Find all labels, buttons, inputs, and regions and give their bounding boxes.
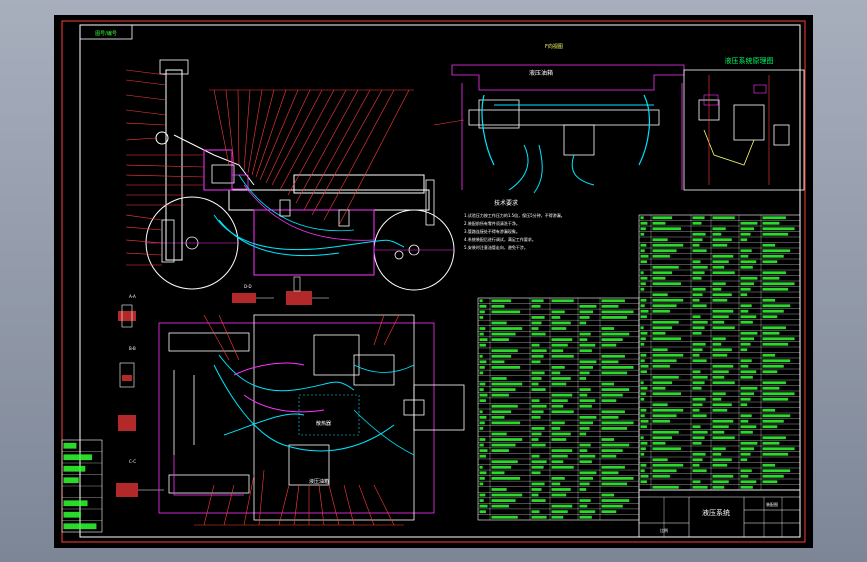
outer-frame xyxy=(61,20,806,543)
corner-stamp-text: 图号/编号 xyxy=(95,30,117,37)
title-block-sub: 装配图 xyxy=(766,501,778,507)
parts-list-right xyxy=(638,214,801,491)
side-view xyxy=(125,59,455,291)
tech-req-title: 技术要求 xyxy=(494,199,518,207)
parts-list-left xyxy=(477,297,640,521)
revision-block xyxy=(61,439,103,533)
plan-label-1: 散热器 xyxy=(316,420,331,427)
top-view-label: F向视图 xyxy=(545,43,563,50)
tech-requirements: 技术要求 1.试验压力按工作压力的1.5倍，保压5分钟，不得渗漏。 2.装配前所… xyxy=(464,199,565,250)
top-view: F向视图 液压油箱 xyxy=(433,43,685,194)
tech-req-line-1: 1.试验压力按工作压力的1.5倍，保压5分钟，不得渗漏。 xyxy=(464,212,565,218)
schematic-title: 液压系统原理图 xyxy=(725,56,774,65)
title-block-name: 液压系统 xyxy=(702,508,730,517)
section-label-b: B-B xyxy=(129,346,136,351)
plan-label-2: 液压油箱 xyxy=(309,478,329,485)
section-label-c: C-C xyxy=(129,459,136,464)
section-views: A-A B-B C-C D-D xyxy=(116,276,329,497)
tech-req-line-4: 4.系统装配后进行调试，满足工作要求。 xyxy=(464,236,536,242)
title-block: 液压系统 装配图 比例 xyxy=(638,489,801,538)
tech-req-line-3: 3.管路连接处不得有渗漏现象。 xyxy=(464,228,520,234)
tech-req-line-2: 2.装配前所有零件须清洗干净。 xyxy=(464,220,520,226)
drawing-canvas: 图号/编号 F向视图 液压油箱 液压系统原理图 技术要求 1.试验压力按工作压力… xyxy=(61,20,806,543)
title-block-small: 比例 xyxy=(660,527,668,533)
tech-req-line-5: 5.安装时注意油管走向，避免干涉。 xyxy=(464,244,528,250)
cad-viewport: 图号/编号 F向视图 液压油箱 液压系统原理图 技术要求 1.试验压力按工作压力… xyxy=(0,0,867,562)
drawing-sheet: 图号/编号 F向视图 液压油箱 液压系统原理图 技术要求 1.试验压力按工作压力… xyxy=(54,15,813,548)
section-label-a: A-A xyxy=(129,294,136,299)
plan-view: 散热器 液压油箱 xyxy=(158,314,465,526)
tank-label: 液压油箱 xyxy=(529,69,553,77)
hydraulic-schematic: 液压系统原理图 xyxy=(683,56,805,191)
section-label-d: D-D xyxy=(244,284,252,289)
